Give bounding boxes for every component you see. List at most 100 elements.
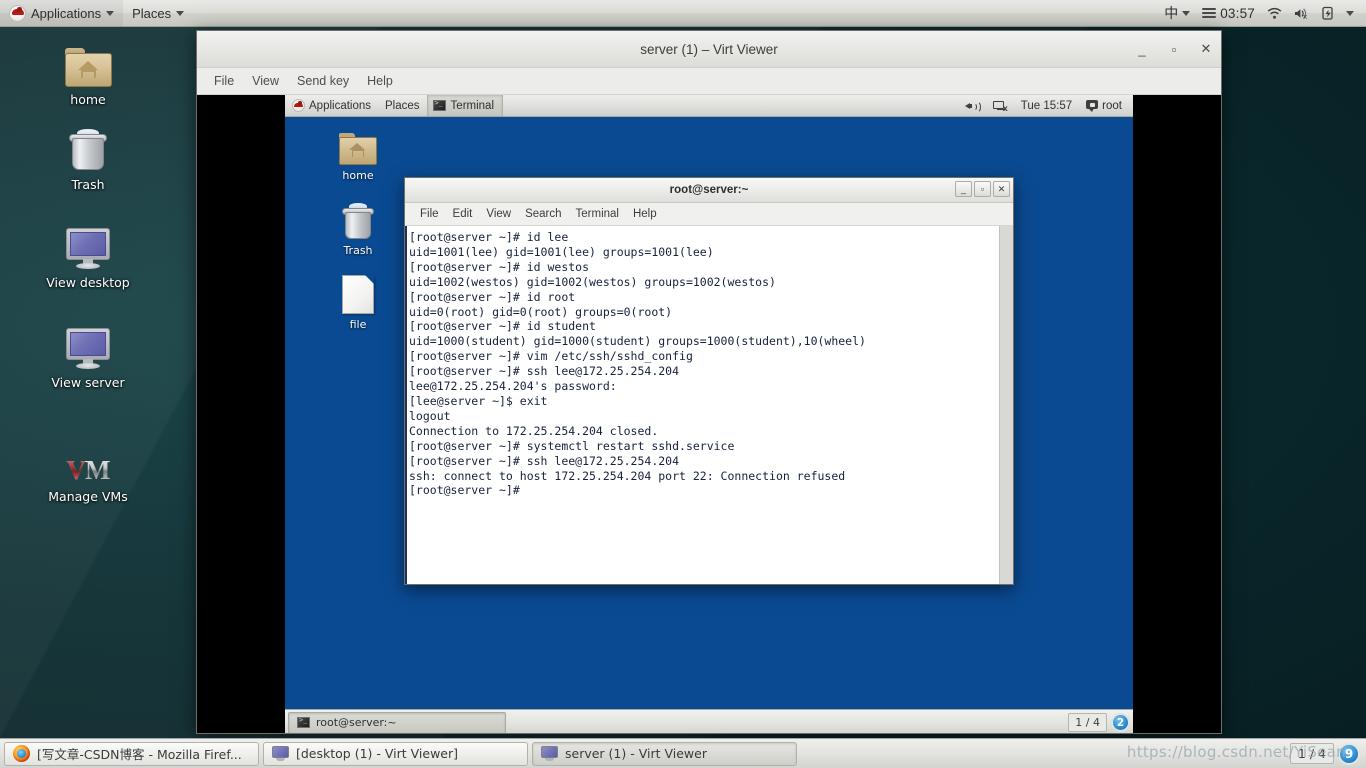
- guest-volume-button[interactable]: [958, 95, 986, 116]
- host-clock: 03:57: [1220, 5, 1255, 21]
- host-places-label: Places: [132, 5, 172, 21]
- desktop-icon-view-desktop-label: View desktop: [46, 275, 130, 290]
- terminal-menu-view[interactable]: View: [479, 206, 518, 222]
- volume-muted-icon[interactable]: x: [1288, 0, 1316, 26]
- host-workspace-indicator[interactable]: 1 / 4: [1289, 743, 1334, 764]
- terminal-minimize-button[interactable]: _: [955, 181, 972, 197]
- terminal-menu-terminal[interactable]: Terminal: [569, 206, 626, 222]
- wifi-icon-svg: [1267, 7, 1282, 19]
- desktop-icon-view-desktop[interactable]: View desktop: [36, 228, 140, 290]
- guest-clock-label: Tue 15:57: [1020, 99, 1073, 112]
- guest-desktop-icon-trash-label: Trash: [343, 244, 373, 257]
- virt-viewer-icon: [541, 746, 558, 761]
- host-input-method-indicator[interactable]: 中: [1158, 0, 1196, 26]
- terminal-titlebar[interactable]: root@server:~ _ ▫ ✕: [405, 178, 1013, 203]
- volume-muted-icon-svg: x: [1295, 7, 1307, 20]
- guest-workspace-indicator[interactable]: 1 / 4: [1068, 713, 1107, 732]
- redhat-logo-icon: [9, 4, 26, 22]
- terminal-menu-search[interactable]: Search: [518, 206, 568, 222]
- trash-icon: [68, 128, 108, 172]
- desktop-icon-trash[interactable]: Trash: [36, 128, 140, 192]
- host-notification-badge[interactable]: 9: [1338, 742, 1360, 765]
- chevron-down-icon: [176, 10, 185, 16]
- terminal-icon: [432, 99, 446, 111]
- virt-viewer-icon: [272, 746, 289, 761]
- guest-notification-badge[interactable]: 2: [1111, 713, 1130, 732]
- taskbar-item-desktop-virt-viewer[interactable]: [desktop (1) - Virt Viewer]: [263, 741, 528, 766]
- guest-desktop-icon-home[interactable]: home: [318, 133, 398, 182]
- guest-vm-screen[interactable]: Applications Places Terminal: [285, 95, 1133, 733]
- guest-network-button[interactable]: x: [986, 95, 1014, 116]
- firefox-icon: [13, 745, 30, 762]
- menu-help[interactable]: Help: [358, 72, 402, 90]
- chevron-down-icon: [106, 10, 115, 16]
- terminal-content-area[interactable]: [root@server ~]# id lee uid=1001(lee) gi…: [405, 226, 1013, 584]
- host-tray-dropdown[interactable]: [1340, 0, 1360, 26]
- host-top-panel: Applications Places 中 03:57 x: [0, 0, 1366, 27]
- desktop-icon-home-label: home: [70, 92, 106, 107]
- desktop-icon-view-server[interactable]: View server: [36, 328, 140, 390]
- terminal-scrollbar[interactable]: [999, 226, 1013, 584]
- desktop-icon-manage-vms[interactable]: VM Manage VMs: [36, 456, 140, 504]
- minimize-button[interactable]: _: [1135, 42, 1149, 57]
- battery-charging-icon[interactable]: [1316, 0, 1340, 26]
- redhat-logo-icon: [292, 99, 305, 112]
- virt-viewer-display-area[interactable]: Applications Places Terminal: [197, 95, 1221, 733]
- terminal-menubar: File Edit View Search Terminal Help: [405, 203, 1013, 226]
- guest-panel-tray: x Tue 15:57 root: [958, 95, 1133, 116]
- menu-file[interactable]: File: [205, 72, 243, 90]
- menu-view[interactable]: View: [243, 72, 288, 90]
- host-status-menu[interactable]: 03:57: [1196, 0, 1261, 26]
- host-panel-left: Applications Places: [0, 0, 193, 26]
- document-icon: [342, 275, 374, 314]
- wifi-icon[interactable]: [1261, 0, 1288, 26]
- user-icon: [1086, 100, 1099, 112]
- terminal-menu-edit[interactable]: Edit: [446, 206, 480, 222]
- taskbar-item-firefox[interactable]: [写文章-CSDN博客 - Mozilla Firef...: [4, 741, 259, 766]
- guest-window-button-terminal[interactable]: Terminal: [426, 95, 504, 116]
- guest-user-menu[interactable]: root: [1079, 95, 1129, 116]
- maximize-button[interactable]: ▫: [1167, 42, 1181, 57]
- guest-places-menu[interactable]: Places: [378, 95, 427, 116]
- trash-icon: [342, 203, 374, 240]
- svg-text:x: x: [1303, 13, 1307, 20]
- desktop-icon-trash-label: Trash: [71, 177, 105, 192]
- chevron-down-icon: [1182, 10, 1191, 16]
- host-taskbar: [写文章-CSDN博客 - Mozilla Firef... [desktop …: [0, 738, 1366, 768]
- home-folder-icon: [64, 48, 112, 87]
- taskbar-item-firefox-label: [写文章-CSDN博客 - Mozilla Firef...: [37, 747, 242, 762]
- virt-viewer-titlebar[interactable]: server (1) – Virt Viewer _ ▫ ✕: [197, 31, 1221, 68]
- guest-top-panel: Applications Places Terminal: [285, 95, 1133, 117]
- host-places-menu[interactable]: Places: [123, 0, 193, 26]
- close-button[interactable]: ✕: [1199, 41, 1213, 57]
- terminal-menu-help[interactable]: Help: [626, 206, 664, 222]
- guest-desktop-icon-file[interactable]: file: [318, 275, 398, 331]
- chevron-down-icon: [1346, 10, 1354, 16]
- guest-desktop-icon-file-label: file: [349, 318, 367, 331]
- desktop-icon-home[interactable]: home: [36, 48, 140, 107]
- terminal-maximize-button[interactable]: ▫: [974, 181, 991, 197]
- guest-user-label: root: [1102, 99, 1122, 112]
- monitor-icon: [65, 228, 111, 270]
- terminal-output[interactable]: [root@server ~]# id lee uid=1001(lee) gi…: [405, 226, 999, 584]
- guest-taskbar-item-label: root@server:~: [316, 716, 397, 729]
- guest-desktop-icon-trash[interactable]: Trash: [318, 203, 398, 257]
- guest-desktop-icon-home-label: home: [342, 169, 374, 182]
- network-disconnected-icon: x: [992, 100, 1008, 112]
- guest-taskbar-item-terminal[interactable]: root@server:~: [288, 711, 506, 733]
- menu-send-key[interactable]: Send key: [288, 72, 358, 90]
- terminal-menu-file[interactable]: File: [413, 206, 446, 222]
- desktop-icon-manage-vms-label: Manage VMs: [48, 489, 128, 504]
- guest-places-label: Places: [385, 99, 420, 112]
- taskbar-item-desktop-label: [desktop (1) - Virt Viewer]: [296, 746, 459, 761]
- hamburger-menu-icon: [1202, 5, 1217, 20]
- taskbar-item-server-virt-viewer[interactable]: server (1) - Virt Viewer: [532, 741, 797, 766]
- guest-applications-menu[interactable]: Applications: [285, 95, 378, 116]
- home-folder-icon: [339, 133, 377, 165]
- terminal-title: root@server:~: [669, 184, 749, 196]
- virt-viewer-window: server (1) – Virt Viewer _ ▫ ✕ File View…: [196, 30, 1222, 734]
- guest-clock[interactable]: Tue 15:57: [1014, 95, 1079, 116]
- virt-viewer-menubar: File View Send key Help: [197, 68, 1221, 95]
- terminal-close-button[interactable]: ✕: [993, 181, 1010, 197]
- host-applications-menu[interactable]: Applications: [0, 0, 124, 26]
